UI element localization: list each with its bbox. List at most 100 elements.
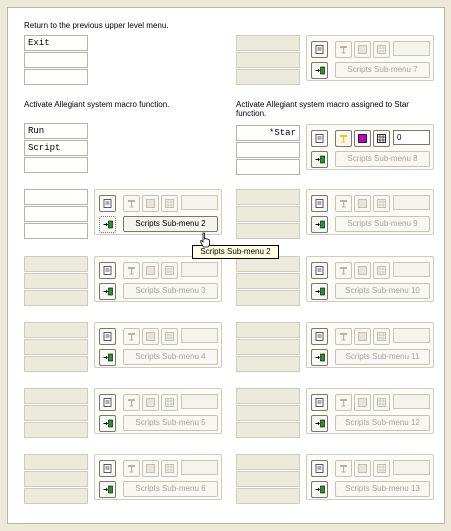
submenu-8-number-field[interactable]: 0 — [393, 130, 430, 145]
submenu-13-grid-button[interactable] — [373, 460, 390, 477]
submenu-4-flag-button[interactable] — [123, 328, 140, 345]
submenu-7-grid-button[interactable] — [373, 41, 390, 58]
submenu-3-number-field[interactable] — [181, 262, 218, 277]
submenu-10-arrow-button[interactable] — [311, 283, 328, 300]
submenu-6-flag-button[interactable] — [123, 460, 140, 477]
submenu-4-button[interactable]: Scripts Sub-menu 4 — [123, 349, 218, 365]
submenu-10-field-2 — [236, 273, 300, 289]
star-field-line-2[interactable] — [236, 142, 300, 158]
submenu-12-flag-button[interactable] — [335, 394, 352, 411]
submenu-6-field-1 — [24, 454, 88, 470]
submenu-2-box-button[interactable] — [142, 195, 159, 212]
submenu-2-flag-button[interactable] — [123, 195, 140, 212]
submenu-3-button[interactable]: Scripts Sub-menu 3 — [123, 283, 218, 299]
submenu-13-page-button[interactable] — [311, 460, 328, 477]
submenu-7-button[interactable]: Scripts Sub-menu 7 — [335, 62, 430, 78]
submenu-9-arrow-button[interactable] — [311, 216, 328, 233]
submenu-12-number-field[interactable] — [393, 394, 430, 409]
submenu-7-number-field[interactable] — [393, 41, 430, 56]
submenu-11-grid-button[interactable] — [373, 328, 390, 345]
submenu-9-grid-button[interactable] — [373, 195, 390, 212]
submenu-11-flag-button[interactable] — [335, 328, 352, 345]
submenu-10-flag-button[interactable] — [335, 262, 352, 279]
submenu-6-box-button[interactable] — [142, 460, 159, 477]
exit-field-line-3[interactable] — [24, 69, 88, 85]
submenu-13-arrow-button[interactable] — [311, 481, 328, 498]
submenu-5-page-button[interactable] — [99, 394, 116, 411]
submenu-2-field-1[interactable] — [24, 189, 88, 205]
submenu-3-flag-button[interactable] — [123, 262, 140, 279]
submenu-9-button[interactable]: Scripts Sub-menu 9 — [335, 216, 430, 232]
submenu-4-arrow-button[interactable] — [99, 349, 116, 366]
submenu-11-page-button[interactable] — [311, 328, 328, 345]
submenu-5-arrow-button[interactable] — [99, 415, 116, 432]
submenu-4-grid-button[interactable] — [161, 328, 178, 345]
run-field[interactable]: Run — [24, 123, 88, 139]
submenu-3-box-button[interactable] — [142, 262, 159, 279]
submenu-5-flag-button[interactable] — [123, 394, 140, 411]
script-field[interactable]: Script — [24, 140, 88, 156]
submenu-13-button[interactable]: Scripts Sub-menu 13 — [335, 481, 430, 497]
submenu-3-grid-button[interactable] — [161, 262, 178, 279]
submenu-7-page-button[interactable] — [311, 41, 328, 58]
submenu-8-box-button[interactable] — [354, 130, 371, 147]
submenu-13-flag-button[interactable] — [335, 460, 352, 477]
submenu-9-number-field[interactable] — [393, 195, 430, 210]
submenu-2-grid-button[interactable] — [161, 195, 178, 212]
submenu-11-button[interactable]: Scripts Sub-menu 11 — [335, 349, 430, 365]
submenu-11-field-2 — [236, 339, 300, 355]
submenu-9-flag-button[interactable] — [335, 195, 352, 212]
script-field-line-3[interactable] — [24, 157, 88, 173]
submenu-4-box-button[interactable] — [142, 328, 159, 345]
submenu-11-arrow-button[interactable] — [311, 349, 328, 366]
submenu-2-arrow-button[interactable] — [99, 216, 116, 233]
submenu-12-button[interactable]: Scripts Sub-menu 12 — [335, 415, 430, 431]
submenu-2-page-button[interactable] — [99, 195, 116, 212]
submenu-5-button[interactable]: Scripts Sub-menu 5 — [123, 415, 218, 431]
submenu-12-box-button[interactable] — [354, 394, 371, 411]
submenu-12-page-button[interactable] — [311, 394, 328, 411]
submenu-6-number-field[interactable] — [181, 460, 218, 475]
submenu-7-box-button[interactable] — [354, 41, 371, 58]
submenu-10-box-button[interactable] — [354, 262, 371, 279]
submenu-9-page-button[interactable] — [311, 195, 328, 212]
submenu-4-number-field[interactable] — [181, 328, 218, 343]
submenu-13-number-field[interactable] — [393, 460, 430, 475]
submenu-12-grid-button[interactable] — [373, 394, 390, 411]
submenu-8-flag-button[interactable] — [335, 130, 352, 147]
submenu-7-arrow-button[interactable] — [311, 62, 328, 79]
submenu-3-arrow-button[interactable] — [99, 283, 116, 300]
submenu-4-page-button[interactable] — [99, 328, 116, 345]
submenu-11-box-button[interactable] — [354, 328, 371, 345]
submenu-2-number-field[interactable] — [181, 195, 218, 210]
submenu-6-page-button[interactable] — [99, 460, 116, 477]
submenu-10-number-field[interactable] — [393, 262, 430, 277]
submenu-3-page-button[interactable] — [99, 262, 116, 279]
submenu-2-field-2[interactable] — [24, 206, 88, 222]
submenu-8-button[interactable]: Scripts Sub-menu 8 — [335, 151, 430, 167]
submenu-11-number-field[interactable] — [393, 328, 430, 343]
exit-field-line-2[interactable] — [24, 52, 88, 68]
submenu-7-flag-button[interactable] — [335, 41, 352, 58]
submenu-5-number-field[interactable] — [181, 394, 218, 409]
submenu-6-arrow-button[interactable] — [99, 481, 116, 498]
submenu-2-button[interactable]: Scripts Sub-menu 2 — [123, 216, 218, 232]
star-field[interactable]: *Star — [236, 125, 300, 141]
submenu-8-grid-button[interactable] — [373, 130, 390, 147]
submenu-10-page-button[interactable] — [311, 262, 328, 279]
submenu-8-page-button[interactable] — [311, 130, 328, 147]
exit-field[interactable]: Exit — [24, 35, 88, 51]
submenu-5-grid-button[interactable] — [161, 394, 178, 411]
submenu-10-grid-button[interactable] — [373, 262, 390, 279]
submenu-12-arrow-button[interactable] — [311, 415, 328, 432]
submenu-13-box-button[interactable] — [354, 460, 371, 477]
submenu-6-grid-button[interactable] — [161, 460, 178, 477]
submenu-2-field-3[interactable] — [24, 223, 88, 239]
submenu-9-box-button[interactable] — [354, 195, 371, 212]
submenu-10-button[interactable]: Scripts Sub-menu 10 — [335, 283, 430, 299]
submenu-11-field-3 — [236, 356, 300, 372]
star-field-line-3[interactable] — [236, 159, 300, 175]
submenu-8-arrow-button[interactable] — [311, 151, 328, 168]
submenu-5-box-button[interactable] — [142, 394, 159, 411]
submenu-6-button[interactable]: Scripts Sub-menu 6 — [123, 481, 218, 497]
